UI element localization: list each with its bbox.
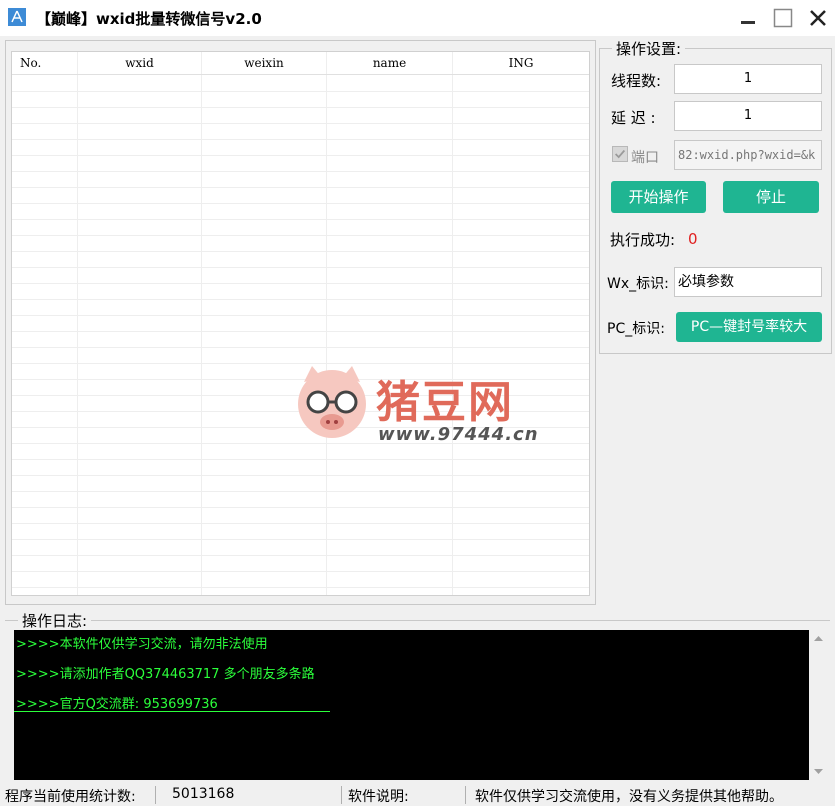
grid-row-line: [12, 267, 589, 268]
scroll-down-icon[interactable]: [810, 763, 827, 780]
status-divider: [155, 786, 156, 804]
status-divider: [465, 786, 466, 804]
delay-input[interactable]: 1: [674, 101, 822, 131]
software-info-value: 软件仅供学习交流使用，没有义务提供其他帮助。: [475, 789, 783, 805]
log-scrollbar[interactable]: [810, 630, 827, 780]
window-title: 【巅峰】wxid批量转微信号v2.0: [36, 10, 262, 28]
grid-row-line: [12, 523, 589, 524]
status-bar: 程序当前使用统计数: 5013168 软件说明: 软件仅供学习交流使用，没有义务…: [0, 784, 835, 806]
column-header-wxid[interactable]: wxid: [78, 56, 201, 70]
grid-row-line: [12, 475, 589, 476]
check-icon: [615, 149, 626, 159]
software-info-label: 软件说明:: [348, 789, 409, 805]
grid-row-line: [12, 171, 589, 172]
grid-row-line: [12, 571, 589, 572]
log-line: >>>>请添加作者QQ374463717 多个朋友多条路: [16, 667, 315, 682]
column-header-ing[interactable]: ING: [453, 56, 589, 70]
grid-row-line: [12, 331, 589, 332]
log-line: >>>>官方Q交流群: 953699736: [16, 697, 218, 712]
column-header-name[interactable]: name: [327, 56, 452, 70]
port-label: 端口: [631, 150, 659, 166]
scroll-up-icon[interactable]: [810, 630, 827, 647]
grid-row-line: [12, 123, 589, 124]
grid-row-line: [12, 507, 589, 508]
maximize-icon[interactable]: [771, 6, 795, 30]
grid-row-line: [12, 91, 589, 92]
success-count: 0: [688, 230, 698, 248]
start-button[interactable]: 开始操作: [611, 181, 706, 213]
pc-label: PC_标识:: [607, 321, 665, 337]
grid-row-line: [12, 187, 589, 188]
grid-row-line: [12, 251, 589, 252]
stop-button[interactable]: 停止: [723, 181, 819, 213]
grid-row-line: [12, 203, 589, 204]
log-separator: [14, 711, 330, 712]
grid-row-line: [12, 235, 589, 236]
close-icon[interactable]: [806, 6, 830, 30]
data-grid[interactable]: No. wxid weixin name ING: [11, 51, 590, 596]
log-console[interactable]: >>>>本软件仅供学习交流，请勿非法使用 >>>>请添加作者QQ37446371…: [14, 630, 809, 780]
log-legend: 操作日志:: [18, 610, 92, 631]
grid-row-line: [12, 587, 589, 588]
grid-row-line: [12, 299, 589, 300]
grid-row-line: [12, 539, 589, 540]
usage-count-label: 程序当前使用统计数:: [5, 789, 136, 805]
app-icon: [8, 8, 26, 26]
grid-row-line: [12, 107, 589, 108]
pc-onekey-button[interactable]: PC—键封号率较大: [676, 312, 822, 342]
minimize-icon[interactable]: [736, 6, 760, 30]
grid-row-line: [12, 555, 589, 556]
grid-header: No. wxid weixin name ING: [12, 52, 589, 75]
port-url-input[interactable]: 82:wxid.php?wxid=&k: [674, 140, 822, 170]
status-divider: [341, 786, 342, 804]
grid-body: [12, 75, 589, 595]
settings-legend: 操作设置:: [612, 38, 686, 59]
watermark-brand: 猪豆网: [376, 377, 514, 428]
thread-label: 线程数:: [611, 72, 662, 90]
log-line: >>>>本软件仅供学习交流，请勿非法使用: [16, 637, 268, 652]
grid-row-line: [12, 155, 589, 156]
wx-label: Wx_标识:: [607, 276, 669, 292]
port-checkbox[interactable]: [612, 146, 628, 162]
usage-count-value: 5013168: [172, 786, 235, 802]
wx-input[interactable]: 必填参数: [674, 267, 822, 297]
column-header-no[interactable]: No.: [20, 56, 41, 70]
column-header-weixin[interactable]: weixin: [202, 56, 326, 70]
grid-row-line: [12, 315, 589, 316]
grid-row-line: [12, 459, 589, 460]
grid-row-line: [12, 491, 589, 492]
grid-row-line: [12, 139, 589, 140]
grid-row-line: [12, 283, 589, 284]
thread-input[interactable]: 1: [674, 64, 822, 94]
grid-row-line: [12, 347, 589, 348]
grid-row-line: [12, 219, 589, 220]
watermark-url: www.97444.cn: [378, 424, 539, 445]
delay-label: 延 迟 :: [611, 109, 656, 127]
success-label: 执行成功:: [610, 231, 676, 249]
title-bar: 【巅峰】wxid批量转微信号v2.0: [0, 0, 835, 36]
